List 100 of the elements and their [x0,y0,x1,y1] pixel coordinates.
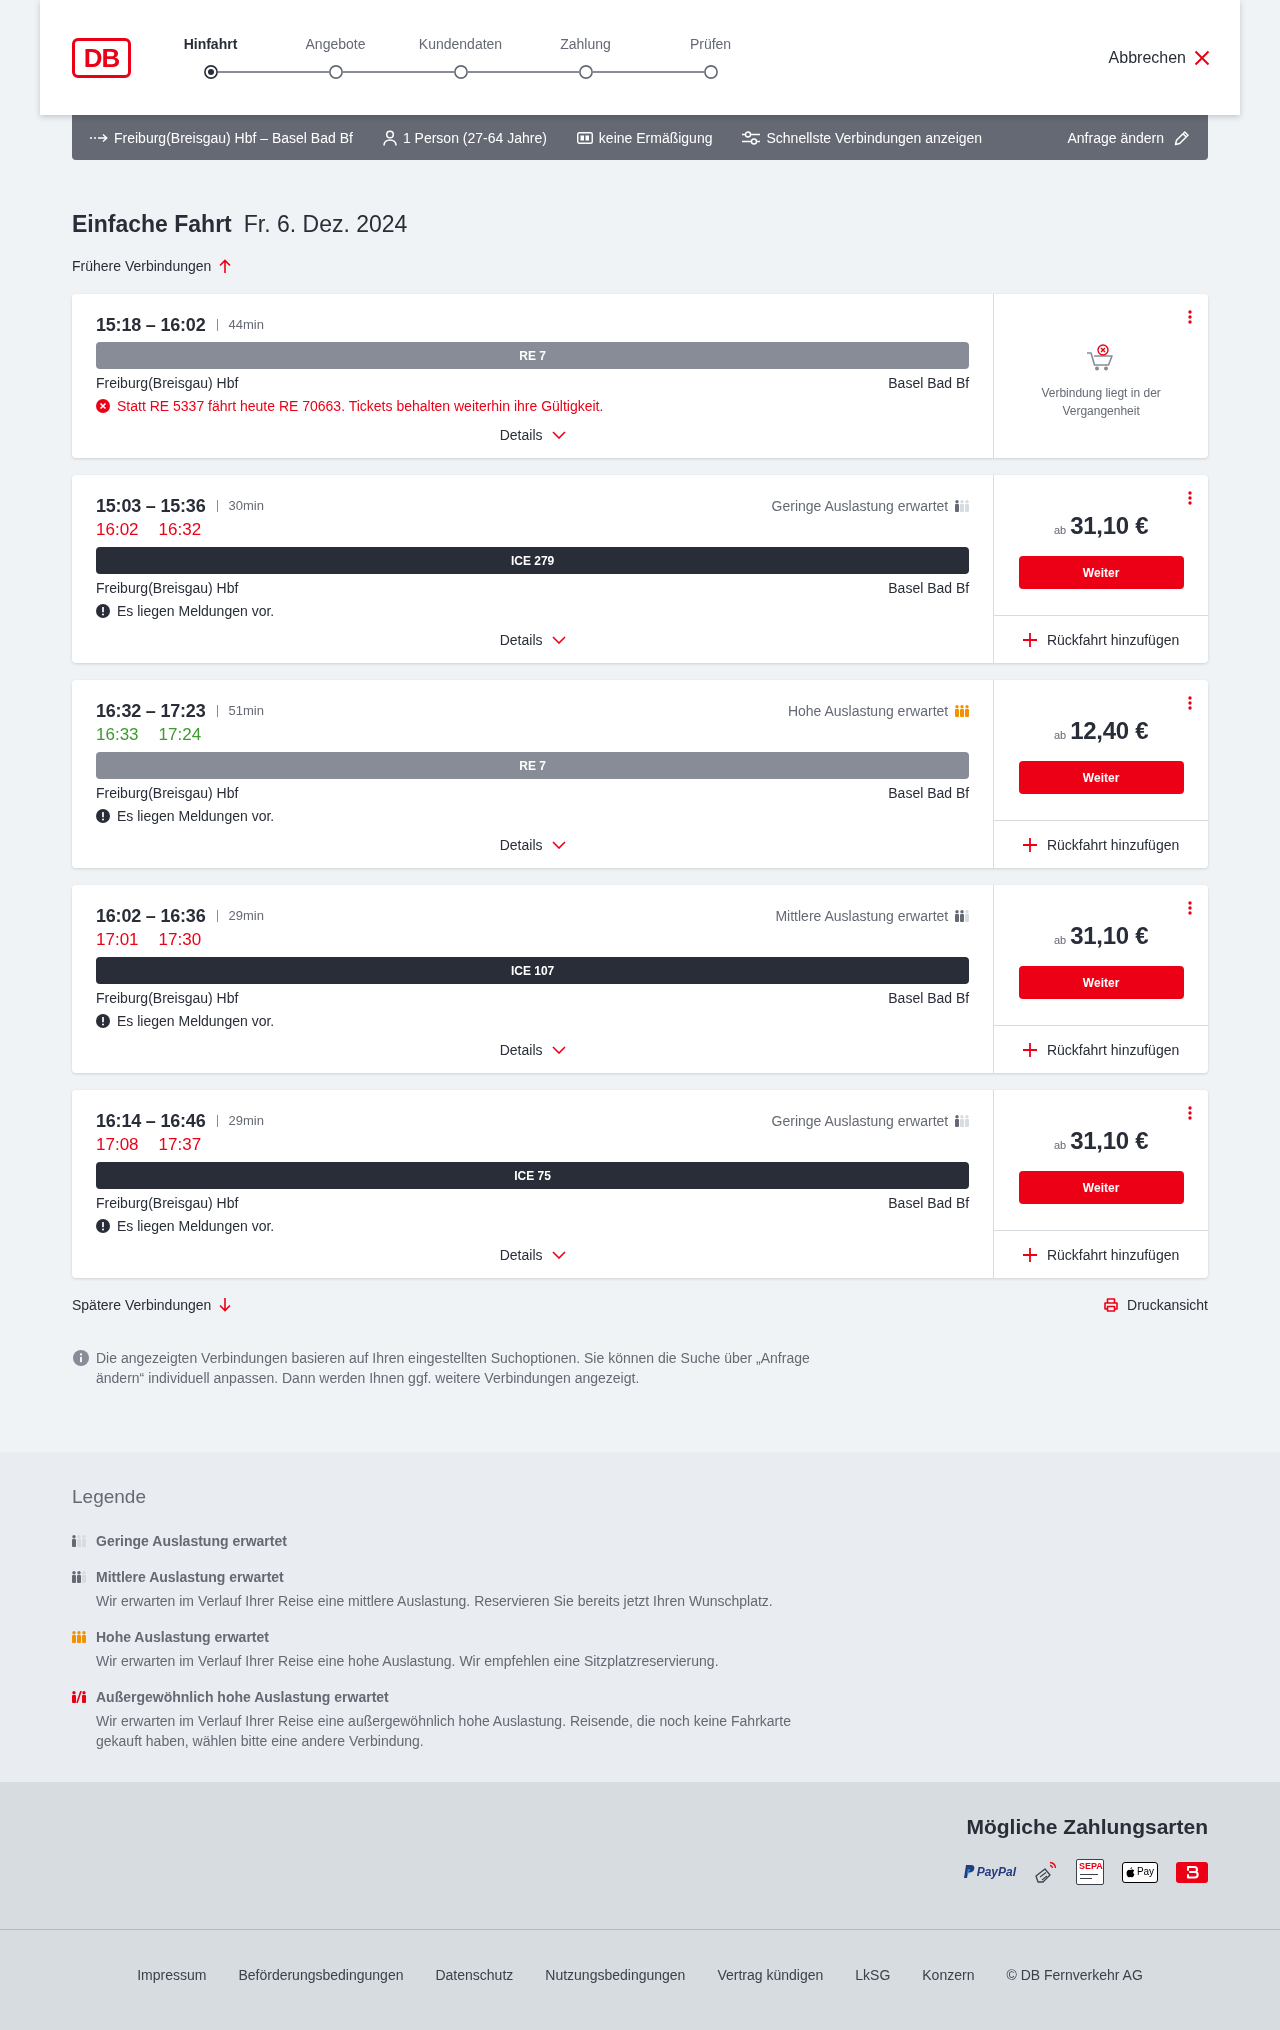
continue-button[interactable]: Weiter [1018,761,1184,794]
sliders-icon [742,130,761,145]
continue-button[interactable]: Weiter [1018,966,1184,999]
exclamation-icon [96,1219,110,1233]
message-text: Es liegen Meldungen vor. [117,807,275,826]
train-bar: ICE 75 [96,1162,970,1189]
price-prefix: ab [1054,1139,1067,1151]
origin-station: Freiburg(Breisgau) Hbf [96,374,239,393]
footer-link[interactable]: Konzern [922,1965,975,1985]
earlier-connections-link[interactable]: Frühere Verbindungen [72,256,232,276]
realtime-departure: 17:01 [96,929,139,951]
message-text: Es liegen Meldungen vor. [117,1217,275,1236]
destination-station: Basel Bad Bf [888,579,970,598]
occupancy-icon [72,1631,86,1643]
discount-text: keine Ermäßigung [598,128,713,148]
add-return-trip-button[interactable]: Rückfahrt hinzufügen [994,1230,1208,1278]
footer-link[interactable]: Beförderungsbedingungen [238,1965,404,1985]
chevron-down-icon [551,431,566,439]
train-bar: RE 7 [96,752,970,779]
past-connection-note: Verbindung liegt in der Vergangenheit [1040,385,1162,420]
paypal-mark-icon [962,1865,975,1879]
legend-description: Wir erwarten im Verlauf Ihrer Reise eine hohe Auslastung. Wir empfehlen eine Sitzplatzreservierung. [96,1652,720,1671]
footer-link[interactable]: Datenschutz [435,1965,514,1985]
destination-station: Basel Bad Bf [888,374,970,393]
journey-times: 16:02 – 16:36 [96,905,206,927]
step-label: Prüfen [688,35,733,54]
arrow-down-icon [219,1298,232,1312]
footer-link[interactable]: © DB Fernverkehr AG [1006,1965,1143,1985]
error-icon [96,399,110,413]
more-options-icon[interactable] [1188,696,1192,710]
footer-link[interactable]: Nutzungsbedingungen [545,1965,686,1985]
journey-duration: 44min [228,316,264,334]
continue-button[interactable]: Weiter [1018,556,1184,589]
realtime-arrival: 17:37 [158,1134,202,1156]
details-button[interactable]: Details [499,425,566,445]
step-label: Zahlung [559,35,612,54]
chevron-down-icon [551,841,566,849]
realtime-arrival: 16:32 [158,519,202,541]
cancel-button[interactable]: Abbrechen [1108,46,1210,70]
journey-duration: 30min [228,497,264,515]
message-text: Statt RE 5337 fährt heute RE 70663. Tickets behalten weiterhin ihre Gültigkeit. [117,397,604,416]
sepa-mandate-logo: SEPA [1076,1859,1104,1885]
plus-icon [1022,1042,1037,1057]
logo[interactable]: DB [72,38,131,78]
occupancy-label: Geringe Auslastung erwartet [771,1112,949,1131]
occupancy-icon [72,1571,86,1583]
legend-title: Außergewöhnlich hohe Auslastung erwartet [96,1688,389,1707]
footer-link[interactable]: LkSG [855,1965,891,1985]
occupancy-label: Geringe Auslastung erwartet [771,497,949,516]
journey-duration: 29min [228,907,264,925]
journey-times: 16:32 – 17:23 [96,700,206,722]
more-options-icon[interactable] [1188,491,1192,505]
details-button[interactable]: Details [499,1040,566,1060]
apple-pay-label: Pay [1136,1866,1155,1878]
more-options-icon[interactable] [1188,901,1192,915]
realtime-departure: 16:02 [96,519,139,541]
destination-station: Basel Bad Bf [888,1194,970,1213]
occupancy-icon [955,910,970,922]
add-return-trip-button[interactable]: Rückfahrt hinzufügen [994,615,1208,663]
realtime-departure: 17:08 [96,1134,139,1156]
plus-icon [1022,1247,1037,1262]
train-bar: RE 7 [96,342,970,369]
exclamation-icon [96,1014,110,1028]
occupancy-icon [955,500,970,512]
edit-request-button[interactable]: Anfrage ändern [1067,127,1190,148]
print-view-link[interactable]: Druckansicht [1104,1295,1208,1315]
add-return-trip-button[interactable]: Rückfahrt hinzufügen [994,1025,1208,1073]
close-icon [1194,50,1210,66]
occupancy-label: Hohe Auslastung erwartet [787,702,949,721]
footer-link[interactable]: Vertrag kündigen [717,1965,824,1985]
journey-duration: 51min [228,702,264,720]
price: 31,10 € [1070,1126,1149,1156]
step-label: Angebote [304,35,367,54]
plus-icon [1022,632,1037,647]
exclamation-icon [96,809,110,823]
realtime-arrival: 17:30 [158,929,202,951]
journey-times: 15:18 – 16:02 [96,314,206,336]
details-button[interactable]: Details [499,1245,566,1265]
details-button[interactable]: Details [499,835,566,855]
message-text: Es liegen Meldungen vor. [117,602,275,621]
printer-icon [1104,1298,1119,1312]
search-option-text: Schnellste Verbindungen anzeigen [766,128,983,148]
more-options-icon[interactable] [1188,310,1192,324]
footer-link[interactable]: Impressum [137,1965,207,1985]
later-connections-link[interactable]: Spätere Verbindungen [72,1295,232,1315]
legend-title: Hohe Auslastung erwartet [96,1628,269,1647]
add-return-trip-button[interactable]: Rückfahrt hinzufügen [994,820,1208,868]
occupancy-icon [72,1535,86,1547]
occupancy-icon [72,1691,86,1703]
occupancy-icon [955,1115,970,1127]
passenger-text: 1 Person (27-64 Jahre) [402,128,547,148]
payment-title: Mögliche Zahlungsarten [966,1814,1208,1840]
continue-button[interactable]: Weiter [1018,1171,1184,1204]
page-title: Einfache Fahrt [72,210,232,239]
legend-description: Wir erwarten im Verlauf Ihrer Reise eine außergewöhnlich hohe Auslastung. Reisende, die noch keine Fahrkarte gekauft haben, wählen bitte eine andere Verbindung. [96,1712,792,1751]
price-prefix: ab [1054,934,1067,946]
details-button[interactable]: Details [499,630,566,650]
contactless-card-icon [1034,1860,1058,1884]
more-options-icon[interactable] [1188,1106,1192,1120]
arrow-up-icon [219,259,232,273]
